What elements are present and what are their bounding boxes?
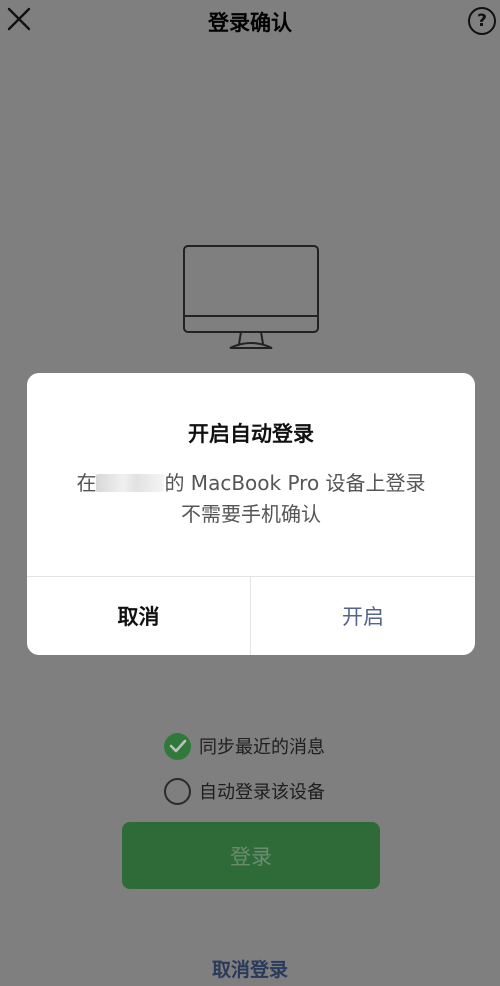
login-options: 同步最近的消息 自动登录该设备 [164, 732, 325, 822]
computer-icon [182, 244, 320, 350]
auto-login-option[interactable]: 自动登录该设备 [164, 777, 325, 805]
dialog-enable-button[interactable]: 开启 [251, 577, 475, 655]
cancel-login-link[interactable]: 取消登录 [0, 955, 500, 982]
page-title: 登录确认 [208, 11, 292, 35]
auto-login-dialog: 开启自动登录 在 的 MacBook Pro 设备上登录不需要手机确认 取消 开启 [27, 373, 475, 655]
redacted-device-name [96, 474, 165, 492]
sync-messages-option[interactable]: 同步最近的消息 [164, 732, 325, 760]
dialog-message-suffix: 的 MacBook Pro 设备上登录不需要手机确认 [164, 471, 426, 526]
dialog-cancel-button[interactable]: 取消 [27, 577, 250, 655]
sync-messages-label: 同步最近的消息 [199, 737, 325, 758]
checked-circle-icon[interactable] [164, 732, 191, 760]
unchecked-circle-icon[interactable] [164, 777, 191, 805]
dialog-message-prefix: 在 [76, 471, 97, 495]
auto-login-label: 自动登录该设备 [199, 782, 325, 803]
login-button[interactable]: 登录 [122, 822, 380, 889]
dialog-title: 开启自动登录 [188, 422, 314, 446]
nav-bar: 登录确认 ? [0, 0, 500, 42]
dialog-message: 在 的 MacBook Pro 设备上登录不需要手机确认 [67, 468, 435, 530]
help-icon[interactable]: ? [468, 7, 496, 35]
